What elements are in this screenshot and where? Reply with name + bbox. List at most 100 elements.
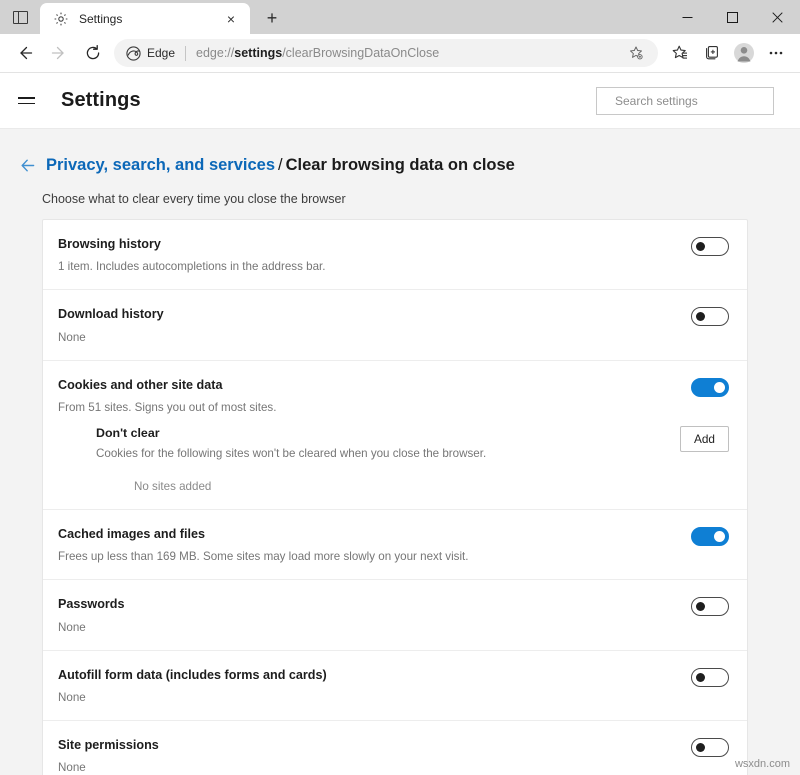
edge-site-badge: Edge [126, 45, 176, 61]
setting-row-cookies[interactable]: Cookies and other site data From 51 site… [43, 361, 747, 423]
edge-logo-icon [126, 45, 141, 61]
row-description: None [58, 761, 86, 775]
forward-button[interactable] [42, 37, 76, 69]
url-bold: settings [234, 46, 283, 60]
breadcrumb-current: Clear browsing data on close [285, 155, 515, 174]
toggle-knob [696, 312, 705, 322]
toggle-site-permissions[interactable] [691, 738, 729, 758]
main-menu-button[interactable] [18, 88, 44, 114]
row-title: Autofill form data (includes forms and c… [58, 667, 327, 682]
row-text: Site permissions None [58, 737, 691, 775]
window-controls [665, 0, 800, 34]
row-text: Cookies and other site data From 51 site… [58, 377, 691, 415]
hamburger-line [18, 97, 35, 99]
search-settings-box[interactable] [596, 86, 774, 115]
row-text: Cached images and files Frees up less th… [58, 526, 691, 564]
ellipsis-icon [769, 51, 783, 55]
toggle-autofill[interactable] [691, 667, 729, 687]
star-plus-icon [630, 46, 643, 60]
tab-title: Settings [79, 11, 123, 26]
tab-close-icon[interactable]: × [220, 8, 242, 30]
toggle-cookies[interactable] [691, 377, 729, 397]
row-description: None [58, 330, 86, 344]
dont-clear-section: Don't clear Cookies for the following si… [43, 423, 747, 510]
toggle-cached-images[interactable] [691, 526, 729, 546]
row-description: None [58, 620, 86, 634]
toggle-browsing-history[interactable] [691, 237, 729, 256]
maximize-icon [727, 11, 738, 23]
dont-clear-title: Don't clear [96, 425, 160, 440]
tab-strip: Settings × + [0, 0, 800, 34]
row-text: Browsing history 1 item. Includes autoco… [58, 236, 691, 274]
toggle-knob [696, 672, 705, 682]
url-prefix: edge:// [196, 46, 235, 60]
breadcrumb-separator: / [278, 155, 283, 174]
more-options-button[interactable] [760, 37, 792, 69]
toggle-knob [714, 530, 725, 542]
watermark: wsxdn.com [734, 758, 790, 770]
tab-actions-icon [12, 10, 28, 24]
setting-row-browsing-history[interactable]: Browsing history 1 item. Includes autoco… [43, 220, 747, 291]
favorites-button[interactable] [664, 37, 696, 69]
toggle-download-history[interactable] [691, 307, 729, 327]
address-bar[interactable]: Edge edge://settings/clearBrowsingDataOn… [114, 39, 658, 67]
tab-actions-button[interactable] [0, 0, 40, 34]
back-button[interactable] [8, 37, 42, 69]
setting-row-autofill[interactable]: Autofill form data (includes forms and c… [43, 651, 747, 722]
page-subtitle: Choose what to clear every time you clos… [42, 192, 346, 206]
edge-badge-label: Edge [147, 46, 176, 60]
row-description: None [58, 691, 86, 705]
arrow-right-icon [51, 46, 64, 60]
hamburger-line [18, 102, 35, 104]
row-title: Browsing history [58, 237, 161, 251]
page-title: Settings [61, 89, 141, 111]
collections-icon [706, 46, 718, 60]
refresh-button[interactable] [76, 37, 110, 69]
toggle-passwords[interactable] [691, 597, 729, 617]
toggle-knob [696, 242, 705, 251]
row-text: Download history None [58, 306, 691, 344]
row-title: Passwords [58, 597, 125, 612]
minimize-icon [682, 16, 693, 18]
arrow-left-icon [20, 46, 33, 60]
minimize-button[interactable] [665, 0, 710, 34]
breadcrumb-back-button[interactable] [14, 152, 40, 178]
maximize-button[interactable] [710, 0, 755, 34]
row-text: Autofill form data (includes forms and c… [58, 667, 691, 705]
avatar-icon [734, 43, 754, 63]
arrow-left-icon [21, 159, 34, 171]
setting-row-passwords[interactable]: Passwords None [43, 580, 747, 651]
row-title: Site permissions [58, 738, 159, 753]
url-text: edge://settings/clearBrowsingDataOnClose [196, 46, 624, 60]
row-description: From 51 sites. Signs you out of most sit… [58, 401, 277, 415]
row-title: Download history [58, 307, 164, 322]
toggle-knob [714, 381, 725, 393]
close-icon [772, 11, 783, 23]
dont-clear-text: Don't clear Cookies for the following si… [96, 426, 680, 460]
row-description: Frees up less than 169 MB. Some sites ma… [58, 550, 469, 564]
setting-row-cached-images[interactable]: Cached images and files Frees up less th… [43, 510, 747, 581]
breadcrumb-parent-link[interactable]: Privacy, search, and services [46, 156, 275, 174]
close-window-button[interactable] [755, 0, 800, 34]
browser-tab-settings[interactable]: Settings × [40, 3, 250, 34]
breadcrumb: Privacy, search, and services / Clear brow… [0, 152, 800, 178]
settings-card-list: Browsing history 1 item. Includes autoco… [42, 219, 748, 775]
add-favorite-icon[interactable] [624, 41, 648, 65]
toggle-knob [696, 743, 705, 753]
setting-row-site-permissions[interactable]: Site permissions None [43, 721, 747, 775]
favorites-star-icon [672, 45, 687, 59]
settings-header: Settings [0, 73, 800, 129]
row-title: Cached images and files [58, 526, 205, 541]
row-text: Passwords None [58, 596, 691, 634]
new-tab-button[interactable]: + [257, 4, 287, 32]
refresh-icon [86, 44, 100, 60]
breadcrumb-text: Privacy, search, and services / Clear brow… [46, 156, 515, 175]
settings-content: Privacy, search, and services / Clear brow… [0, 129, 800, 775]
toggle-knob [696, 602, 705, 612]
setting-row-download-history[interactable]: Download history None [43, 290, 747, 361]
add-site-button[interactable]: Add [680, 425, 729, 452]
collections-button[interactable] [696, 37, 728, 69]
browser-toolbar: Edge edge://settings/clearBrowsingDataOn… [0, 34, 800, 73]
profile-button[interactable] [728, 37, 760, 69]
search-input[interactable] [615, 93, 770, 108]
